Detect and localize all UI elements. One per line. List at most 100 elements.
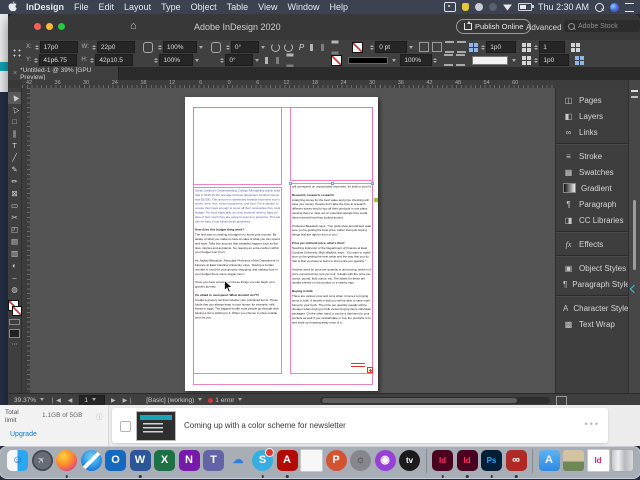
pasteboard[interactable]: Urban Institute's Understanding College … bbox=[30, 88, 555, 393]
dock-system-preferences[interactable]: ☼ bbox=[349, 449, 372, 473]
dock-podcasts[interactable]: ◉ bbox=[374, 449, 397, 473]
direct-selection-tool[interactable]: ▷ bbox=[8, 104, 21, 116]
gradient-feather-tool[interactable]: ▥ bbox=[8, 248, 21, 260]
x-position-field[interactable]: X: 17p0 bbox=[26, 41, 78, 53]
panel-item-stroke[interactable]: ≡ Stroke bbox=[556, 148, 628, 164]
toolbar-more-icon[interactable]: ⋯ bbox=[12, 341, 18, 348]
menu-item-file[interactable]: File bbox=[69, 2, 94, 12]
frame-fitting-icon[interactable] bbox=[431, 42, 442, 52]
width-field[interactable]: W: 22p0 bbox=[82, 41, 135, 53]
preflight-profile[interactable]: [Basic] (working) bbox=[146, 397, 203, 404]
task-checkbox[interactable] bbox=[120, 421, 131, 432]
dock-indesign-2[interactable]: Id bbox=[456, 449, 479, 478]
first-page-button[interactable]: ❘◀ bbox=[50, 397, 62, 404]
height-field[interactable]: H: 42p10.5 bbox=[81, 54, 134, 66]
dock-powerpoint[interactable]: P bbox=[325, 449, 348, 473]
effects-icon[interactable] bbox=[443, 54, 453, 66]
do-not-disturb-icon[interactable] bbox=[488, 3, 497, 11]
user-icon[interactable] bbox=[474, 3, 483, 11]
tab-close-icon[interactable]: × bbox=[13, 70, 17, 77]
stroke-none-swatch[interactable] bbox=[12, 306, 22, 316]
dock-trash[interactable] bbox=[611, 449, 634, 473]
flip-vertical-icon[interactable] bbox=[331, 40, 339, 54]
corner-options-icon[interactable] bbox=[418, 42, 429, 52]
screen-record-icon[interactable] bbox=[443, 2, 456, 12]
stock-search-input[interactable]: Adobe Stock bbox=[564, 20, 640, 32]
frame-handle[interactable] bbox=[289, 182, 292, 185]
dock-outlook[interactable]: O bbox=[104, 449, 127, 473]
horizontal-scrollbar[interactable] bbox=[320, 396, 550, 404]
apply-color-button[interactable] bbox=[9, 319, 20, 325]
stroke-style-dropdown[interactable] bbox=[348, 56, 389, 64]
dock-indd-file[interactable]: Id bbox=[586, 449, 610, 473]
scrollbar-thumb[interactable] bbox=[322, 397, 517, 403]
opacity-field[interactable]: 100% bbox=[400, 54, 438, 66]
info-icon[interactable]: ⓘ bbox=[96, 411, 103, 421]
dock-applications-folder[interactable]: A bbox=[538, 449, 561, 473]
pen-tool[interactable]: ✎ bbox=[8, 164, 21, 176]
home-icon[interactable]: ⌂ bbox=[130, 20, 137, 32]
close-button[interactable] bbox=[34, 23, 41, 30]
gradient-swatch-tool[interactable]: ▤ bbox=[8, 236, 21, 248]
menu-item-help[interactable]: Help bbox=[325, 2, 354, 12]
text-frame-right[interactable]: will overspend on unprioritized expenses… bbox=[289, 182, 374, 374]
spotlight-icon[interactable] bbox=[595, 2, 604, 12]
gap-tool[interactable]: ∥ bbox=[8, 128, 21, 140]
flip-icon[interactable] bbox=[265, 56, 280, 64]
stroke-swatch-none[interactable] bbox=[331, 54, 343, 66]
document-tab[interactable]: × *Untitled-1 @ 39% [GPU Preview] bbox=[8, 67, 119, 81]
selection-tool[interactable]: ▶ bbox=[8, 92, 21, 104]
last-page-button[interactable]: ▶❘ bbox=[123, 397, 135, 404]
menu-item-window[interactable]: Window bbox=[282, 2, 324, 12]
drop-shadow-icon[interactable] bbox=[455, 54, 465, 66]
zoom-button[interactable] bbox=[58, 23, 65, 30]
screen-mode-button[interactable] bbox=[9, 329, 20, 338]
dock-onenote[interactable]: N bbox=[178, 449, 201, 473]
dock-photoshop[interactable]: Ps bbox=[480, 449, 503, 478]
column-count-field[interactable]: 1 bbox=[533, 41, 566, 53]
panel-item-layers[interactable]: ◧ Layers bbox=[556, 108, 628, 124]
preflight-errors[interactable]: 1 error bbox=[208, 397, 243, 404]
upgrade-link[interactable]: Upgrade bbox=[10, 431, 37, 438]
grid-highlight-icon[interactable] bbox=[575, 55, 585, 65]
fill-swatch-none[interactable] bbox=[352, 41, 364, 53]
dock-teams[interactable]: T bbox=[202, 449, 225, 473]
apple-menu-icon[interactable] bbox=[0, 1, 21, 14]
overset-text-indicator[interactable] bbox=[367, 367, 373, 373]
dock-creative-cloud[interactable]: ∞ bbox=[505, 449, 528, 478]
publish-online-button[interactable]: Publish Online bbox=[456, 19, 532, 34]
vertical-scrollbar[interactable] bbox=[633, 200, 636, 270]
dock-apple-tv[interactable]: tv bbox=[398, 449, 421, 473]
menu-item-edit[interactable]: Edit bbox=[94, 2, 120, 12]
panel-item-cc-libraries[interactable]: ◨ CC Libraries bbox=[556, 212, 628, 228]
free-transform-tool[interactable]: ◰ bbox=[8, 224, 21, 236]
color-theme-tool[interactable]: ◐ bbox=[8, 260, 21, 272]
flip-horizontal-icon[interactable] bbox=[310, 43, 325, 51]
next-page-button[interactable]: ▶ bbox=[111, 397, 117, 404]
rectangle-tool[interactable]: ▭ bbox=[8, 200, 21, 212]
dock-finder[interactable]: ☺ bbox=[6, 449, 29, 473]
image-frame-right[interactable] bbox=[290, 107, 373, 181]
link-scale-icon[interactable] bbox=[210, 41, 221, 53]
panel-item-paragraph-styles[interactable]: ¶ Paragraph Styles bbox=[556, 276, 634, 292]
rectangle-frame-tool[interactable]: ⊠ bbox=[8, 188, 21, 200]
text-frame-left[interactable]: Urban Institute's Understanding College … bbox=[193, 187, 282, 374]
rotate-ccw-icon[interactable] bbox=[270, 42, 280, 52]
dock-indesign[interactable]: Id bbox=[431, 449, 454, 478]
panel-item-object-styles[interactable]: ▣ Object Styles bbox=[556, 260, 628, 276]
task-card[interactable]: Coming up with a color scheme for newsle… bbox=[112, 408, 608, 443]
zoom-tool[interactable]: ◍ bbox=[8, 284, 21, 296]
frame-handle[interactable] bbox=[331, 182, 334, 185]
rotation-angle-field[interactable]: 0° bbox=[225, 41, 265, 53]
panel-item-links[interactable]: ∞ Links bbox=[556, 124, 628, 140]
type-tool[interactable]: T bbox=[8, 140, 21, 152]
menubar-clock[interactable]: Thu 2:30 AM bbox=[538, 2, 589, 12]
panel-item-pages[interactable]: ◫ Pages bbox=[556, 92, 628, 108]
panel-item-swatches[interactable]: ▦ Swatches bbox=[556, 164, 628, 180]
image-frame-left[interactable] bbox=[193, 107, 282, 185]
flip-icon-2[interactable] bbox=[286, 53, 294, 67]
pencil-tool[interactable]: ✏ bbox=[8, 176, 21, 188]
menu-item-table[interactable]: Table bbox=[222, 2, 254, 12]
scissors-tool[interactable]: ✂ bbox=[8, 212, 21, 224]
panel-item-paragraph[interactable]: ¶ Paragraph bbox=[556, 196, 628, 212]
